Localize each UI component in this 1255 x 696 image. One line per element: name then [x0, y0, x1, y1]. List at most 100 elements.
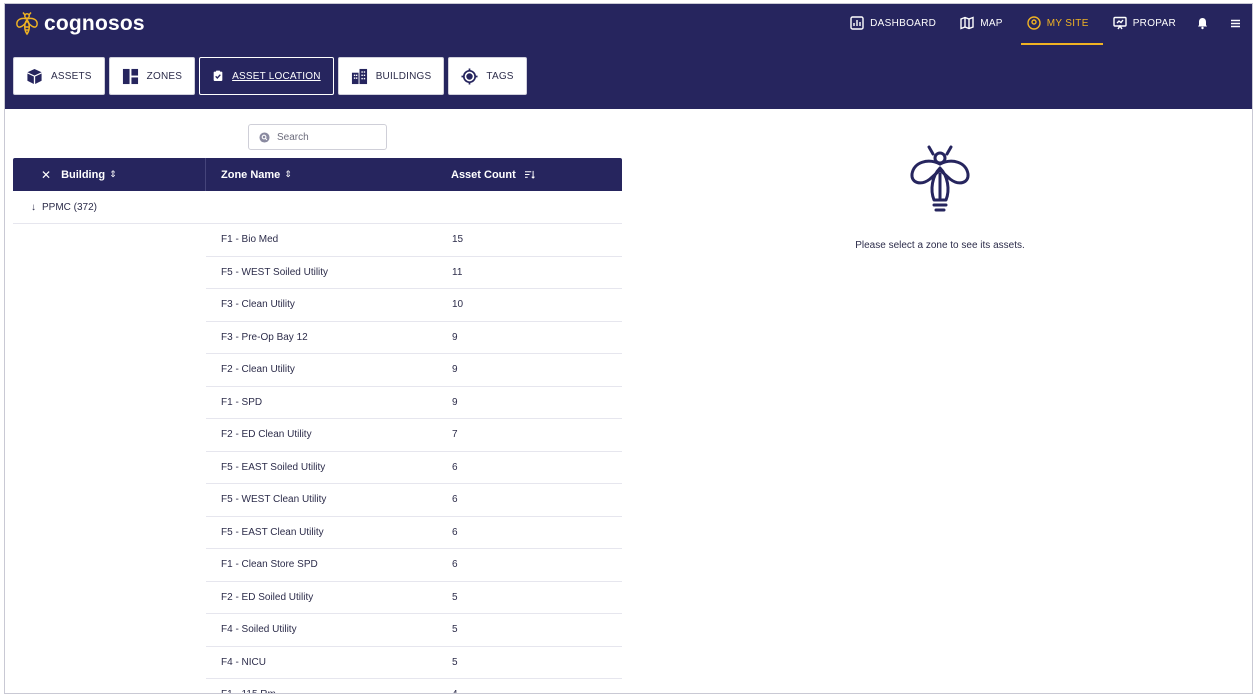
nav-propar[interactable]: PROPAR	[1113, 10, 1176, 36]
tab-assets[interactable]: ASSETS	[13, 57, 105, 95]
table-row[interactable]: F3 - Pre-Op Bay 12 9	[13, 322, 622, 355]
zone-name-cell: F3 - Pre-Op Bay 12	[206, 322, 437, 354]
top-navigation: DASHBOARD MAP MY SITE PROPAR	[826, 10, 1242, 45]
sort-descending-icon	[524, 170, 535, 179]
zone-name-cell: F1 - Bio Med	[206, 224, 437, 257]
target-icon	[461, 67, 478, 85]
zone-name-cell: F4 - NICU	[206, 647, 437, 679]
column-header-zone-name[interactable]: Zone Name ⇕	[206, 158, 437, 191]
building-cell	[13, 257, 206, 290]
table-row[interactable]: F1 - Bio Med 15	[13, 224, 622, 257]
tab-assets-label: ASSETS	[51, 70, 92, 82]
building-cell	[13, 549, 206, 582]
table-row[interactable]: F4 - Soiled Utility 5	[13, 614, 622, 647]
zone-name-cell: F2 - ED Soiled Utility	[206, 582, 437, 614]
table-row[interactable]: F5 - EAST Clean Utility 6	[13, 517, 622, 550]
asset-count-cell: 9	[437, 354, 622, 387]
remove-grouping-icon[interactable]: ✕	[41, 168, 51, 182]
table-row[interactable]: F5 - WEST Clean Utility 6	[13, 484, 622, 517]
table-row[interactable]: F2 - ED Clean Utility 7	[13, 419, 622, 452]
tab-buildings[interactable]: BUILDINGS	[337, 57, 445, 95]
zone-name-cell: F1 - Clean Store SPD	[206, 549, 437, 582]
building-cell	[13, 614, 206, 647]
search-icon	[259, 131, 270, 143]
column-count-label: Asset Count	[451, 168, 516, 181]
table-row[interactable]: F3 - Clean Utility 10	[13, 289, 622, 322]
asset-count-cell: 5	[437, 582, 622, 614]
bell-icon	[1198, 17, 1207, 29]
presentation-icon	[1113, 16, 1127, 30]
asset-count-cell: 15	[437, 224, 622, 257]
zone-name-cell: F2 - Clean Utility	[206, 354, 437, 387]
tab-asset-location-label: ASSET LOCATION	[232, 70, 321, 82]
asset-count-cell: 7	[437, 419, 622, 452]
zone-name-cell: F3 - Clean Utility	[206, 289, 437, 322]
column-header-asset-count[interactable]: Asset Count	[437, 158, 535, 191]
table-row[interactable]: F5 - WEST Soiled Utility 11	[13, 257, 622, 290]
asset-count-cell: 5	[437, 614, 622, 647]
column-header-building[interactable]: ✕ Building ⇕	[13, 158, 206, 191]
building-cell	[13, 679, 206, 693]
table-row[interactable]: F1 - SPD 9	[13, 387, 622, 420]
expand-arrow-icon[interactable]: ↓	[31, 202, 36, 213]
table-row[interactable]: F1 - Clean Store SPD 6	[13, 549, 622, 582]
sort-icon: ⇕	[109, 169, 117, 179]
tab-asset-location[interactable]: ASSET LOCATION	[199, 57, 334, 95]
search-input[interactable]	[277, 131, 377, 143]
hamburger-menu-icon	[1231, 19, 1240, 27]
group-label: PPMC (372)	[42, 201, 98, 213]
chart-icon	[850, 16, 864, 30]
building-cell	[13, 354, 206, 387]
asset-count-cell: 9	[437, 387, 622, 419]
asset-count-cell: 6	[437, 517, 622, 549]
clipboard-check-icon	[213, 70, 223, 81]
tab-zones[interactable]: ZONES	[108, 57, 196, 95]
asset-count-cell: 5	[437, 647, 622, 679]
zone-name-cell: F5 - WEST Soiled Utility	[206, 257, 437, 289]
table-row[interactable]: F4 - NICU 5	[13, 647, 622, 679]
table-row[interactable]: F2 - Clean Utility 9	[13, 354, 622, 387]
asset-count-cell: 10	[437, 289, 622, 322]
column-zone-label: Zone Name	[221, 168, 281, 181]
empty-state: Please select a zone to see its assets.	[795, 144, 1085, 251]
asset-count-cell: 4	[437, 679, 622, 693]
logo[interactable]: cognosos	[14, 11, 145, 37]
nav-map-label: MAP	[980, 17, 1003, 29]
location-pin-icon	[1027, 16, 1041, 30]
nav-my-site[interactable]: MY SITE	[1020, 10, 1103, 45]
zone-name-cell: F2 - ED Clean Utility	[206, 419, 437, 452]
building-cell	[13, 484, 206, 517]
table-row[interactable]: F1 - 115 Rm4	[13, 679, 622, 693]
column-building-label: Building	[61, 168, 106, 181]
zone-name-cell: F4 - Soiled Utility	[206, 614, 437, 647]
tab-tags[interactable]: TAGS	[448, 57, 527, 95]
table-row[interactable]: F5 - EAST Soiled Utility 6	[13, 452, 622, 485]
nav-map[interactable]: MAP	[960, 10, 1003, 36]
table-header: ✕ Building ⇕ Zone Name ⇕ Asset Count	[13, 158, 622, 191]
table-row[interactable]: F2 - ED Soiled Utility 5	[13, 582, 622, 615]
building-cell	[13, 517, 206, 550]
buildings-icon	[351, 68, 367, 84]
building-cell	[13, 322, 206, 355]
building-cell	[13, 224, 206, 257]
map-icon	[960, 16, 974, 30]
building-cell	[13, 289, 206, 322]
tab-tags-label: TAGS	[486, 70, 514, 82]
table-body: F1 - Bio Med 15 F5 - WEST Soiled Utility 11…	[13, 224, 622, 693]
building-cell	[13, 387, 206, 420]
notifications-button[interactable]	[1196, 10, 1209, 36]
building-cell	[13, 582, 206, 615]
zone-name-cell: F1 - 115 Rm	[206, 679, 437, 693]
nav-propar-label: PROPAR	[1132, 17, 1176, 29]
zone-name-cell: F5 - EAST Clean Utility	[206, 517, 437, 549]
nav-dashboard[interactable]: DASHBOARD	[850, 10, 936, 36]
zones-grid-icon	[122, 68, 138, 84]
nav-my-site-label: MY SITE	[1046, 17, 1089, 29]
group-row-building[interactable]: ↓ PPMC (372)	[13, 191, 622, 224]
building-cell	[13, 452, 206, 485]
search-box[interactable]	[248, 124, 387, 150]
menu-button[interactable]	[1229, 10, 1242, 36]
tab-zones-label: ZONES	[146, 70, 183, 82]
firefly-outline-icon	[910, 145, 970, 212]
empty-state-message: Please select a zone to see its assets.	[855, 240, 1025, 251]
